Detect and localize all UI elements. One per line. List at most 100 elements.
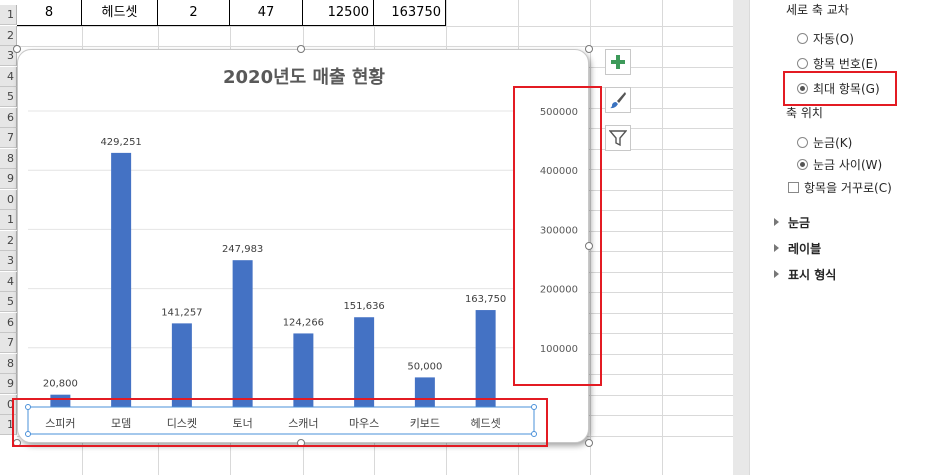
brush-icon xyxy=(610,92,626,109)
chart-title: 2020년도 매출 현황 xyxy=(223,67,385,88)
data-label: 124,266 xyxy=(283,317,324,328)
data-label: 429,251 xyxy=(100,137,141,148)
data-label: 247,983 xyxy=(222,244,263,255)
sales-chart[interactable]: 2020년도 매출 현황 100000 200000 300000 400000 5000… xyxy=(17,49,589,443)
filter-icon xyxy=(609,130,627,147)
category-label: 토너 xyxy=(233,417,253,430)
section-ticks[interactable]: 눈금 xyxy=(788,214,810,231)
chart-elements-button[interactable] xyxy=(605,49,631,75)
pane-content: 세로 축 교차 자동(O) 항목 번호(E) 최대 항목(G) 축 위치 눈금(… xyxy=(750,0,949,475)
chart-styles-button[interactable] xyxy=(605,87,631,113)
reverse-order-checkbox[interactable] xyxy=(788,182,799,193)
chart-resize-handle[interactable] xyxy=(585,242,593,250)
radio-on-tick-label[interactable]: 눈금(K) xyxy=(813,134,852,151)
data-label: 50,000 xyxy=(407,361,442,372)
category-label: 모뎀 xyxy=(111,417,131,430)
expand-labels-icon[interactable] xyxy=(774,244,779,252)
cell-product[interactable]: 헤드셋 xyxy=(82,0,158,26)
row-header[interactable]: 8 xyxy=(0,353,17,374)
row-header[interactable]: 3 xyxy=(0,251,17,271)
y-tick-label: 100000 xyxy=(540,344,578,355)
row-header[interactable]: 5 xyxy=(0,87,17,107)
row-header[interactable]: 6 xyxy=(0,312,17,333)
radio-max-category-label[interactable]: 최대 항목(G) xyxy=(813,80,880,97)
row-header[interactable]: 1 xyxy=(0,5,17,25)
bar-7 xyxy=(475,310,496,407)
row-header[interactable]: 5 xyxy=(0,292,17,312)
bar-1 xyxy=(111,152,132,407)
x-axis-selection-handle xyxy=(25,404,31,410)
chart-resize-handle[interactable] xyxy=(297,45,305,53)
chart-resize-handle[interactable] xyxy=(13,45,21,53)
chart-resize-handle[interactable] xyxy=(585,45,593,53)
row-header[interactable]: 0 xyxy=(0,189,17,210)
data-label: 20,800 xyxy=(43,379,78,390)
cross-section-title: 세로 축 교차 xyxy=(786,3,849,17)
radio-max-category[interactable] xyxy=(797,83,808,94)
row-header[interactable]: 6 xyxy=(0,107,17,128)
chart-plot: 2020년도 매출 현황 100000 200000 300000 400000 5000… xyxy=(25,67,578,437)
x-axis-selection xyxy=(27,406,535,435)
spreadsheet-grid[interactable]: 123456789012345678901 8 헤드셋 2 47 12500 1… xyxy=(0,0,733,475)
bar-0 xyxy=(50,394,71,407)
radio-category-number-label[interactable]: 항목 번호(E) xyxy=(813,55,878,72)
row-header[interactable]: 8 xyxy=(0,148,17,169)
row-header[interactable]: 4 xyxy=(0,66,17,87)
row-header[interactable]: 0 xyxy=(0,394,17,415)
y-tick-label: 500000 xyxy=(540,107,578,118)
bar-3 xyxy=(232,260,253,407)
category-label: 스피커 xyxy=(45,417,75,430)
section-number-format[interactable]: 표시 형식 xyxy=(788,266,836,283)
chart-filters-button[interactable] xyxy=(605,125,631,151)
chart-resize-handle[interactable] xyxy=(585,439,593,447)
bar-2 xyxy=(171,323,192,407)
bar-4 xyxy=(293,333,314,407)
row-header[interactable]: 1 xyxy=(0,210,17,230)
row-header[interactable]: 7 xyxy=(0,128,17,148)
row-header[interactable]: 4 xyxy=(0,271,17,292)
x-axis-selection-handle xyxy=(25,431,31,437)
row-header[interactable]: 9 xyxy=(0,169,17,189)
grid-column-line xyxy=(590,0,591,475)
radio-between-tick-label[interactable]: 눈금 사이(W) xyxy=(813,156,882,173)
radio-between-tick[interactable] xyxy=(797,159,808,170)
y-tick-label: 200000 xyxy=(540,285,578,296)
plus-icon xyxy=(611,55,625,69)
reverse-order-label[interactable]: 항목을 거꾸로(C) xyxy=(804,179,892,196)
cell-count[interactable]: 47 xyxy=(230,0,303,26)
expand-ticks-icon[interactable] xyxy=(774,218,779,226)
cell-number[interactable]: 8 xyxy=(17,0,82,26)
chart-resize-handle[interactable] xyxy=(297,439,305,447)
cell-total[interactable]: 163750 xyxy=(374,0,446,26)
radio-on-tick[interactable] xyxy=(797,137,808,148)
chart-resize-handle[interactable] xyxy=(13,439,21,447)
row-header[interactable]: 1 xyxy=(0,415,17,435)
data-label: 141,257 xyxy=(161,307,202,318)
y-tick-label: 300000 xyxy=(540,225,578,236)
format-axis-pane: 세로 축 교차 자동(O) 항목 번호(E) 최대 항목(G) 축 위치 눈금(… xyxy=(733,0,949,475)
bar-6 xyxy=(414,377,435,407)
radio-category-number[interactable] xyxy=(797,58,808,69)
category-label: 헤드셋 xyxy=(470,417,500,430)
grid-column-line xyxy=(662,0,663,475)
cell-qty[interactable]: 2 xyxy=(158,0,230,26)
row-header[interactable]: 9 xyxy=(0,374,17,394)
radio-auto-label[interactable]: 자동(O) xyxy=(813,30,854,47)
x-axis-selection-handle xyxy=(531,431,537,437)
axis-position-title: 축 위치 xyxy=(786,106,823,120)
row-header[interactable]: 2 xyxy=(0,25,17,46)
radio-auto[interactable] xyxy=(797,33,808,44)
data-label: 151,636 xyxy=(343,301,384,312)
category-label: 디스켓 xyxy=(167,417,197,430)
bar-5 xyxy=(354,317,375,407)
section-labels[interactable]: 레이블 xyxy=(788,240,821,257)
cell-price[interactable]: 12500 xyxy=(303,0,374,26)
pane-scrollbar[interactable] xyxy=(733,0,750,475)
row-header[interactable]: 7 xyxy=(0,333,17,353)
grid-row-line xyxy=(17,46,733,47)
y-tick-label: 400000 xyxy=(540,166,578,177)
x-axis-selection-handle xyxy=(531,404,537,410)
row-header[interactable]: 2 xyxy=(0,230,17,251)
category-label: 스캐너 xyxy=(288,417,318,430)
expand-number-format-icon[interactable] xyxy=(774,270,779,278)
